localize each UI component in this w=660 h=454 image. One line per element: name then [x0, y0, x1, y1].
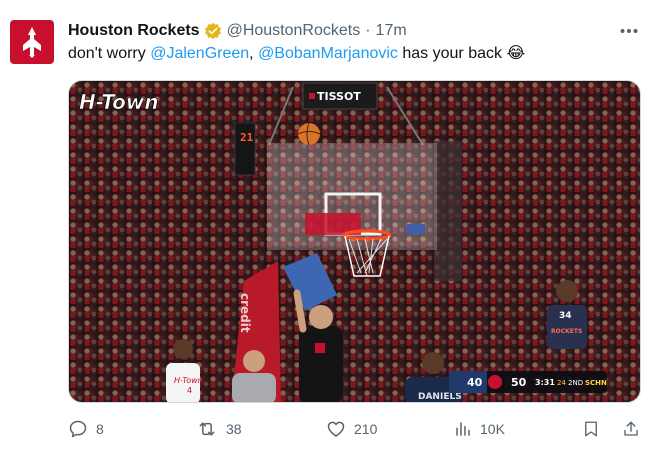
period: 2ND [568, 379, 583, 387]
laughing-emoji: 😂 [506, 45, 526, 62]
views-button[interactable]: 10K [454, 414, 505, 444]
handle[interactable]: @HoustonRockets [227, 22, 361, 40]
timestamp[interactable]: 17m [376, 22, 407, 40]
bookmark-button[interactable] [582, 414, 600, 444]
text-prefix: don't worry [68, 45, 151, 62]
fan-jersey-number: 34 [559, 311, 572, 321]
share-button[interactable] [622, 414, 640, 444]
avatar[interactable] [10, 20, 54, 64]
score-bug: 40 50 3:31 24 2ND SCHN [449, 371, 607, 393]
view-count: 10K [480, 421, 505, 437]
share-icon [624, 421, 638, 436]
htown-logo: H-Town [79, 90, 159, 114]
tweet-header: Houston Rockets @HoustonRockets · 17m [68, 20, 407, 42]
rockets-logo-icon [23, 27, 41, 58]
text-suffix: has your back [397, 45, 507, 62]
more-options-button[interactable] [618, 20, 640, 42]
verified-badge-icon[interactable] [204, 22, 222, 40]
action-bar: 8 38 210 10K [60, 414, 650, 444]
retweet-button[interactable]: 38 [196, 414, 242, 444]
heart-icon [327, 421, 345, 437]
player-number: 4 [187, 386, 192, 395]
tweet-media[interactable]: H-Town TISSOT 21 credit H-Town 4 DANIELS… [68, 80, 641, 403]
reply-count: 8 [96, 421, 104, 437]
home-score: 50 [511, 376, 527, 389]
stanchion-text: credit [238, 293, 252, 333]
back-name: DANIELS [418, 392, 462, 402]
arena-stairs [434, 141, 462, 281]
basketball [298, 123, 320, 145]
reply-button[interactable]: 8 [68, 414, 104, 444]
retweet-icon [199, 422, 215, 436]
tweet: Houston Rockets @HoustonRockets · 17m do… [0, 0, 660, 454]
player-boban [299, 326, 343, 402]
player-gray [232, 373, 276, 402]
basketball-photo: H-Town TISSOT 21 credit H-Town 4 DANIELS… [69, 81, 640, 402]
like-count: 210 [354, 421, 378, 437]
fan-jersey-text: ROCKETS [551, 328, 582, 335]
away-score: 40 [467, 376, 483, 389]
like-button[interactable]: 210 [326, 414, 377, 444]
bookmark-icon [585, 421, 597, 437]
sponsor-text: TISSOT [317, 90, 361, 103]
bug-shot-clock: 24 [557, 379, 566, 387]
separator: · [365, 22, 371, 39]
shot-clock-value: 21 [240, 131, 254, 144]
display-name[interactable]: Houston Rockets [68, 22, 200, 40]
game-clock: 3:31 [535, 378, 555, 387]
network: SCHN [585, 379, 607, 387]
more-dots-icon [620, 29, 638, 33]
retweet-count: 38 [226, 421, 242, 437]
text-middle: , [249, 45, 259, 62]
views-chart-icon [456, 422, 470, 436]
reply-icon [69, 420, 87, 438]
mention-jalengreen[interactable]: @JalenGreen [150, 45, 249, 62]
mention-bobanmarjanovic[interactable]: @BobanMarjanovic [258, 45, 398, 62]
svg-text:H-Town: H-Town [174, 376, 203, 385]
tweet-text: don't worry @JalenGreen, @BobanMarjanovi… [68, 43, 525, 65]
